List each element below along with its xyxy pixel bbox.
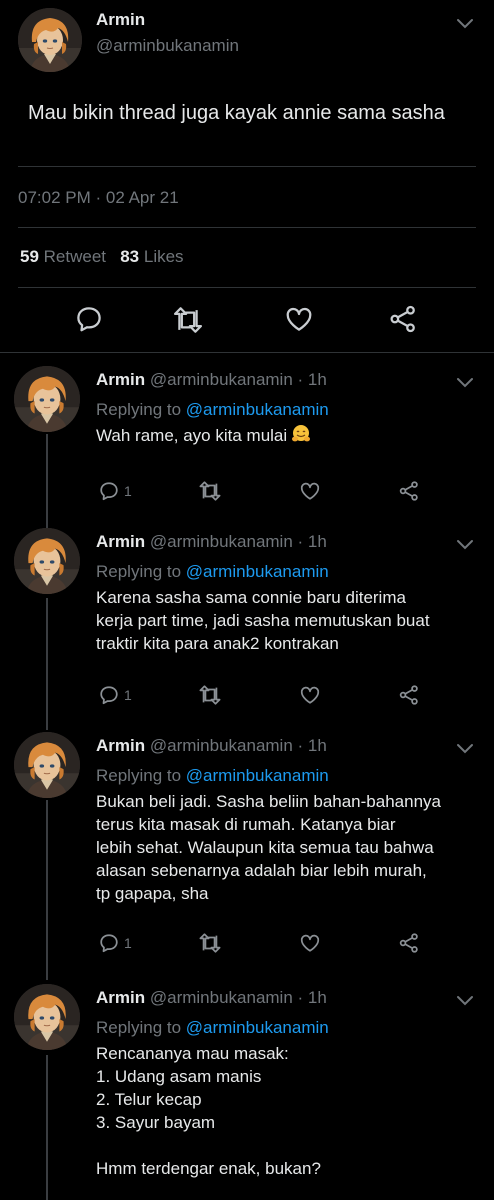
divider	[18, 227, 476, 228]
replying-to: Replying to @arminbukanamin	[96, 766, 329, 786]
retweet-icon[interactable]	[198, 480, 222, 502]
author-name[interactable]: Armin	[96, 370, 145, 389]
chevron-down-icon[interactable]	[455, 376, 475, 390]
author-name[interactable]: Armin	[96, 736, 145, 755]
like-count[interactable]: 83	[120, 247, 139, 266]
hugging-face-emoji-icon	[291, 424, 311, 444]
heart-icon[interactable]	[299, 932, 321, 954]
author-handle-time[interactable]: @arminbukanamin · 1h	[150, 736, 327, 755]
reply-icon[interactable]	[74, 304, 104, 334]
reply-text: Rencananya mau masak: 1. Udang asam mani…	[96, 1044, 321, 1178]
retweet-label[interactable]: Retweet	[44, 247, 106, 266]
heart-icon[interactable]	[299, 684, 321, 706]
tweet-stats: 59 Retweet 83 Likes	[20, 247, 184, 267]
reply-actions: 1	[0, 478, 494, 508]
author-handle[interactable]: @arminbukanamin	[96, 36, 239, 56]
divider	[18, 166, 476, 167]
heart-icon[interactable]	[299, 480, 321, 502]
reply-count: 1	[124, 687, 132, 703]
replying-to-link[interactable]: @arminbukanamin	[186, 400, 329, 419]
heart-icon[interactable]	[284, 304, 314, 334]
author-handle-time[interactable]: @arminbukanamin · 1h	[150, 988, 327, 1007]
like-label[interactable]: Likes	[144, 247, 184, 266]
main-tweet-actions	[0, 300, 494, 340]
reply-icon[interactable]: 1	[98, 684, 132, 706]
main-tweet-header: Armin @arminbukanamin	[0, 0, 494, 90]
replying-label: Replying to	[96, 766, 182, 785]
reply-header: Armin @arminbukanamin · 1h	[96, 370, 327, 390]
replying-label: Replying to	[96, 400, 182, 419]
author-name[interactable]: Armin	[96, 10, 145, 30]
chevron-down-icon[interactable]	[455, 994, 475, 1008]
reply-actions: 1	[0, 930, 494, 960]
avatar[interactable]	[14, 366, 80, 432]
replying-to-link[interactable]: @arminbukanamin	[186, 562, 329, 581]
reply-count: 1	[124, 483, 132, 499]
retweet-icon[interactable]	[198, 932, 222, 954]
chevron-down-icon[interactable]	[455, 742, 475, 756]
tweet-text: Mau bikin thread juga kayak annie sama s…	[28, 102, 445, 124]
replying-to: Replying to @arminbukanamin	[96, 562, 329, 582]
chevron-down-icon[interactable]	[455, 538, 475, 552]
author-name[interactable]: Armin	[96, 532, 145, 551]
reply-header: Armin @arminbukanamin · 1h	[96, 988, 327, 1008]
chevron-down-icon[interactable]	[455, 17, 475, 31]
reply-header: Armin @arminbukanamin · 1h	[96, 736, 327, 756]
thread-line	[46, 1055, 48, 1200]
author-handle-time[interactable]: @arminbukanamin · 1h	[150, 370, 327, 389]
avatar[interactable]	[14, 732, 80, 798]
share-icon[interactable]	[398, 480, 420, 502]
retweet-count[interactable]: 59	[20, 247, 39, 266]
replying-label: Replying to	[96, 562, 182, 581]
avatar[interactable]	[14, 528, 80, 594]
divider	[18, 287, 476, 288]
retweet-icon[interactable]	[172, 305, 204, 335]
reply-actions: 1	[0, 682, 494, 712]
reply-header: Armin @arminbukanamin · 1h	[96, 532, 327, 552]
reply-text: Karena sasha sama connie baru diterima k…	[96, 588, 430, 653]
author-name[interactable]: Armin	[96, 988, 145, 1007]
divider	[0, 352, 494, 353]
replying-to: Replying to @arminbukanamin	[96, 1018, 329, 1038]
author-handle-time[interactable]: @arminbukanamin · 1h	[150, 532, 327, 551]
share-icon[interactable]	[398, 932, 420, 954]
replying-to: Replying to @arminbukanamin	[96, 400, 329, 420]
replying-to-link[interactable]: @arminbukanamin	[186, 766, 329, 785]
reply-icon[interactable]: 1	[98, 480, 132, 502]
reply-icon[interactable]: 1	[98, 932, 132, 954]
share-icon[interactable]	[398, 684, 420, 706]
reply-text: Bukan beli jadi. Sasha beliin bahan-baha…	[96, 792, 441, 903]
avatar[interactable]	[14, 984, 80, 1050]
avatar[interactable]	[18, 8, 82, 72]
tweet-timestamp[interactable]: 07:02 PM · 02 Apr 21	[18, 188, 179, 208]
tweet-thread-page: Armin @arminbukanamin Mau bikin thread j…	[0, 0, 494, 1200]
share-icon[interactable]	[388, 304, 418, 334]
replying-label: Replying to	[96, 1018, 182, 1037]
retweet-icon[interactable]	[198, 684, 222, 706]
reply-count: 1	[124, 935, 132, 951]
reply-text: Wah rame, ayo kita mulai	[96, 424, 488, 447]
replying-to-link[interactable]: @arminbukanamin	[186, 1018, 329, 1037]
reply-text-content: Wah rame, ayo kita mulai	[96, 426, 288, 445]
